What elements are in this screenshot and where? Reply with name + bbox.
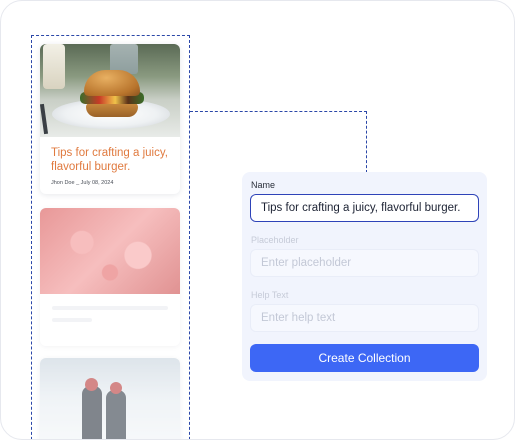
snow-people-photo xyxy=(40,358,180,439)
card-meta: Jhon Doe _ July 08, 2024 xyxy=(51,180,114,186)
placeholder-line xyxy=(52,306,168,310)
canvas-frame: Tips for crafting a juicy, flavorful bur… xyxy=(0,0,515,440)
collection-card-faded[interactable] xyxy=(40,208,180,346)
collection-card-faded[interactable] xyxy=(40,358,180,439)
name-label: Name xyxy=(251,180,276,190)
name-input[interactable]: Tips for crafting a juicy, flavorful bur… xyxy=(250,194,479,222)
collection-form: Name Tips for crafting a juicy, flavorfu… xyxy=(242,172,487,381)
help-text-label: Help Text xyxy=(251,290,289,300)
placeholder-input[interactable]: Enter placeholder xyxy=(250,249,479,277)
create-collection-button[interactable]: Create Collection xyxy=(250,344,479,372)
burger-photo xyxy=(40,44,180,137)
card-title: Tips for crafting a juicy, flavorful bur… xyxy=(51,147,168,173)
red-object-photo xyxy=(40,208,180,294)
placeholder-line xyxy=(52,318,92,322)
connector-line xyxy=(190,111,367,173)
placeholder-label: Placeholder xyxy=(251,235,299,245)
collection-card[interactable]: Tips for crafting a juicy, flavorful bur… xyxy=(40,44,180,194)
help-text-input[interactable]: Enter help text xyxy=(250,304,479,332)
